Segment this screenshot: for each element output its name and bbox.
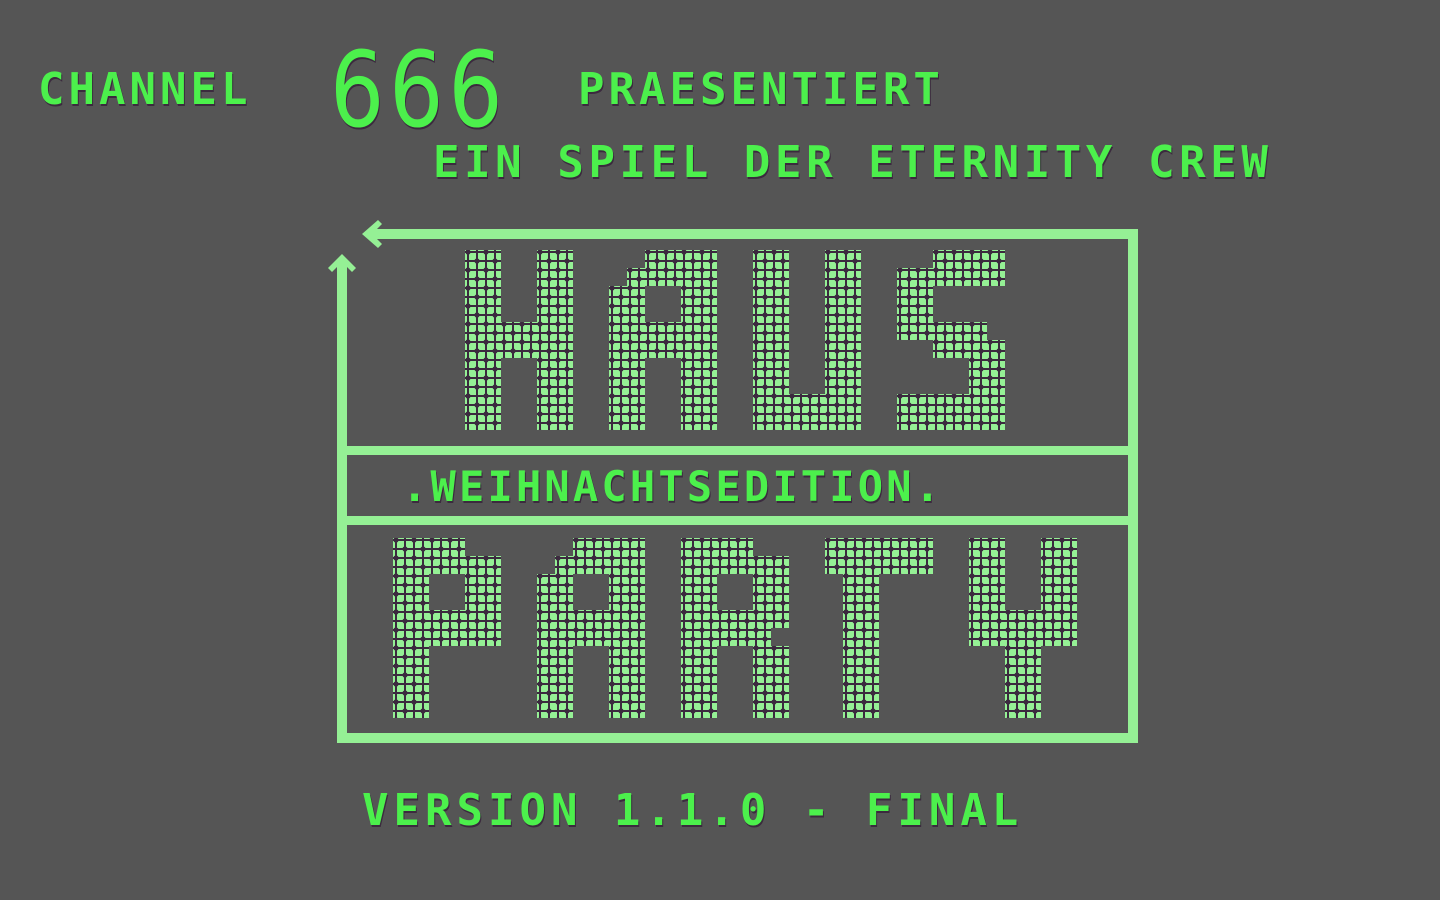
frame-divider-lower — [337, 516, 1138, 525]
haus-letter-u — [753, 250, 861, 430]
frame-bottom-line — [337, 733, 1138, 743]
frame-left-line — [337, 262, 347, 743]
version-label: VERSION 1.1.0 - FINAL — [362, 785, 1024, 836]
party-letter-a — [537, 538, 645, 718]
party-letter-r — [681, 538, 789, 718]
edition-subtitle: .WEIHNACHTSEDITION. — [402, 462, 944, 511]
frame-top-line — [370, 229, 1138, 239]
frame-divider-upper — [337, 446, 1138, 455]
frame-right-line — [1128, 229, 1138, 743]
game-logo — [328, 220, 1138, 743]
haus-letter-a — [609, 250, 717, 430]
party-letter-y — [969, 538, 1077, 718]
haus-letter-s — [897, 250, 1005, 430]
party-letter-t — [825, 538, 933, 718]
haus-letter-h — [465, 250, 573, 430]
party-letter-p — [393, 538, 501, 718]
